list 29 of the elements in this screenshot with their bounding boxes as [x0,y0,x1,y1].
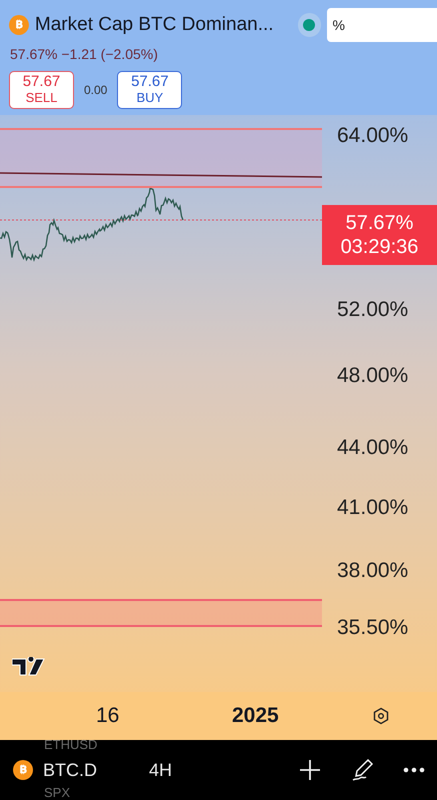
more-icon[interactable] [403,767,425,773]
unit-field[interactable]: % [327,8,437,42]
symbol-button[interactable]: BTC.D [43,756,97,784]
plus-icon[interactable] [299,759,321,781]
picker-item: SPX [44,786,70,799]
sell-button[interactable]: 57.67 SELL [9,71,74,109]
settings-icon[interactable] [372,707,390,725]
price-axis-label: 38.00% [337,560,408,581]
symbol-title[interactable]: Market Cap BTC Dominan... [34,10,274,40]
picker-item: ETHUSD [44,738,98,751]
price-axis-label: 48.00% [337,365,408,386]
time-axis-label: 16 [96,703,120,730]
price-axis-label: 35.50% [337,617,408,638]
time-axis-label: 2025 [232,703,279,730]
bitcoin-icon [9,15,29,35]
price-axis-label: 44.00% [337,437,408,458]
countdown: 03:29:36 [340,235,418,259]
resistance-zone[interactable] [0,128,322,188]
last-price: 57.67% [346,211,414,235]
buy-button[interactable]: 57.67 BUY [117,71,182,109]
price-axis-label: 41.00% [337,497,408,518]
price-axis-label: 52.00% [337,299,408,320]
spread: 0.00 [84,82,108,99]
bitcoin-icon [13,760,33,780]
trend-line[interactable] [0,172,322,178]
pen-icon[interactable] [351,758,375,782]
price-axis-label: 64.00% [337,125,408,146]
quote-change: 57.67% −1.21 (−2.05%) [9,45,159,64]
interval-button[interactable]: 4H [149,756,172,784]
